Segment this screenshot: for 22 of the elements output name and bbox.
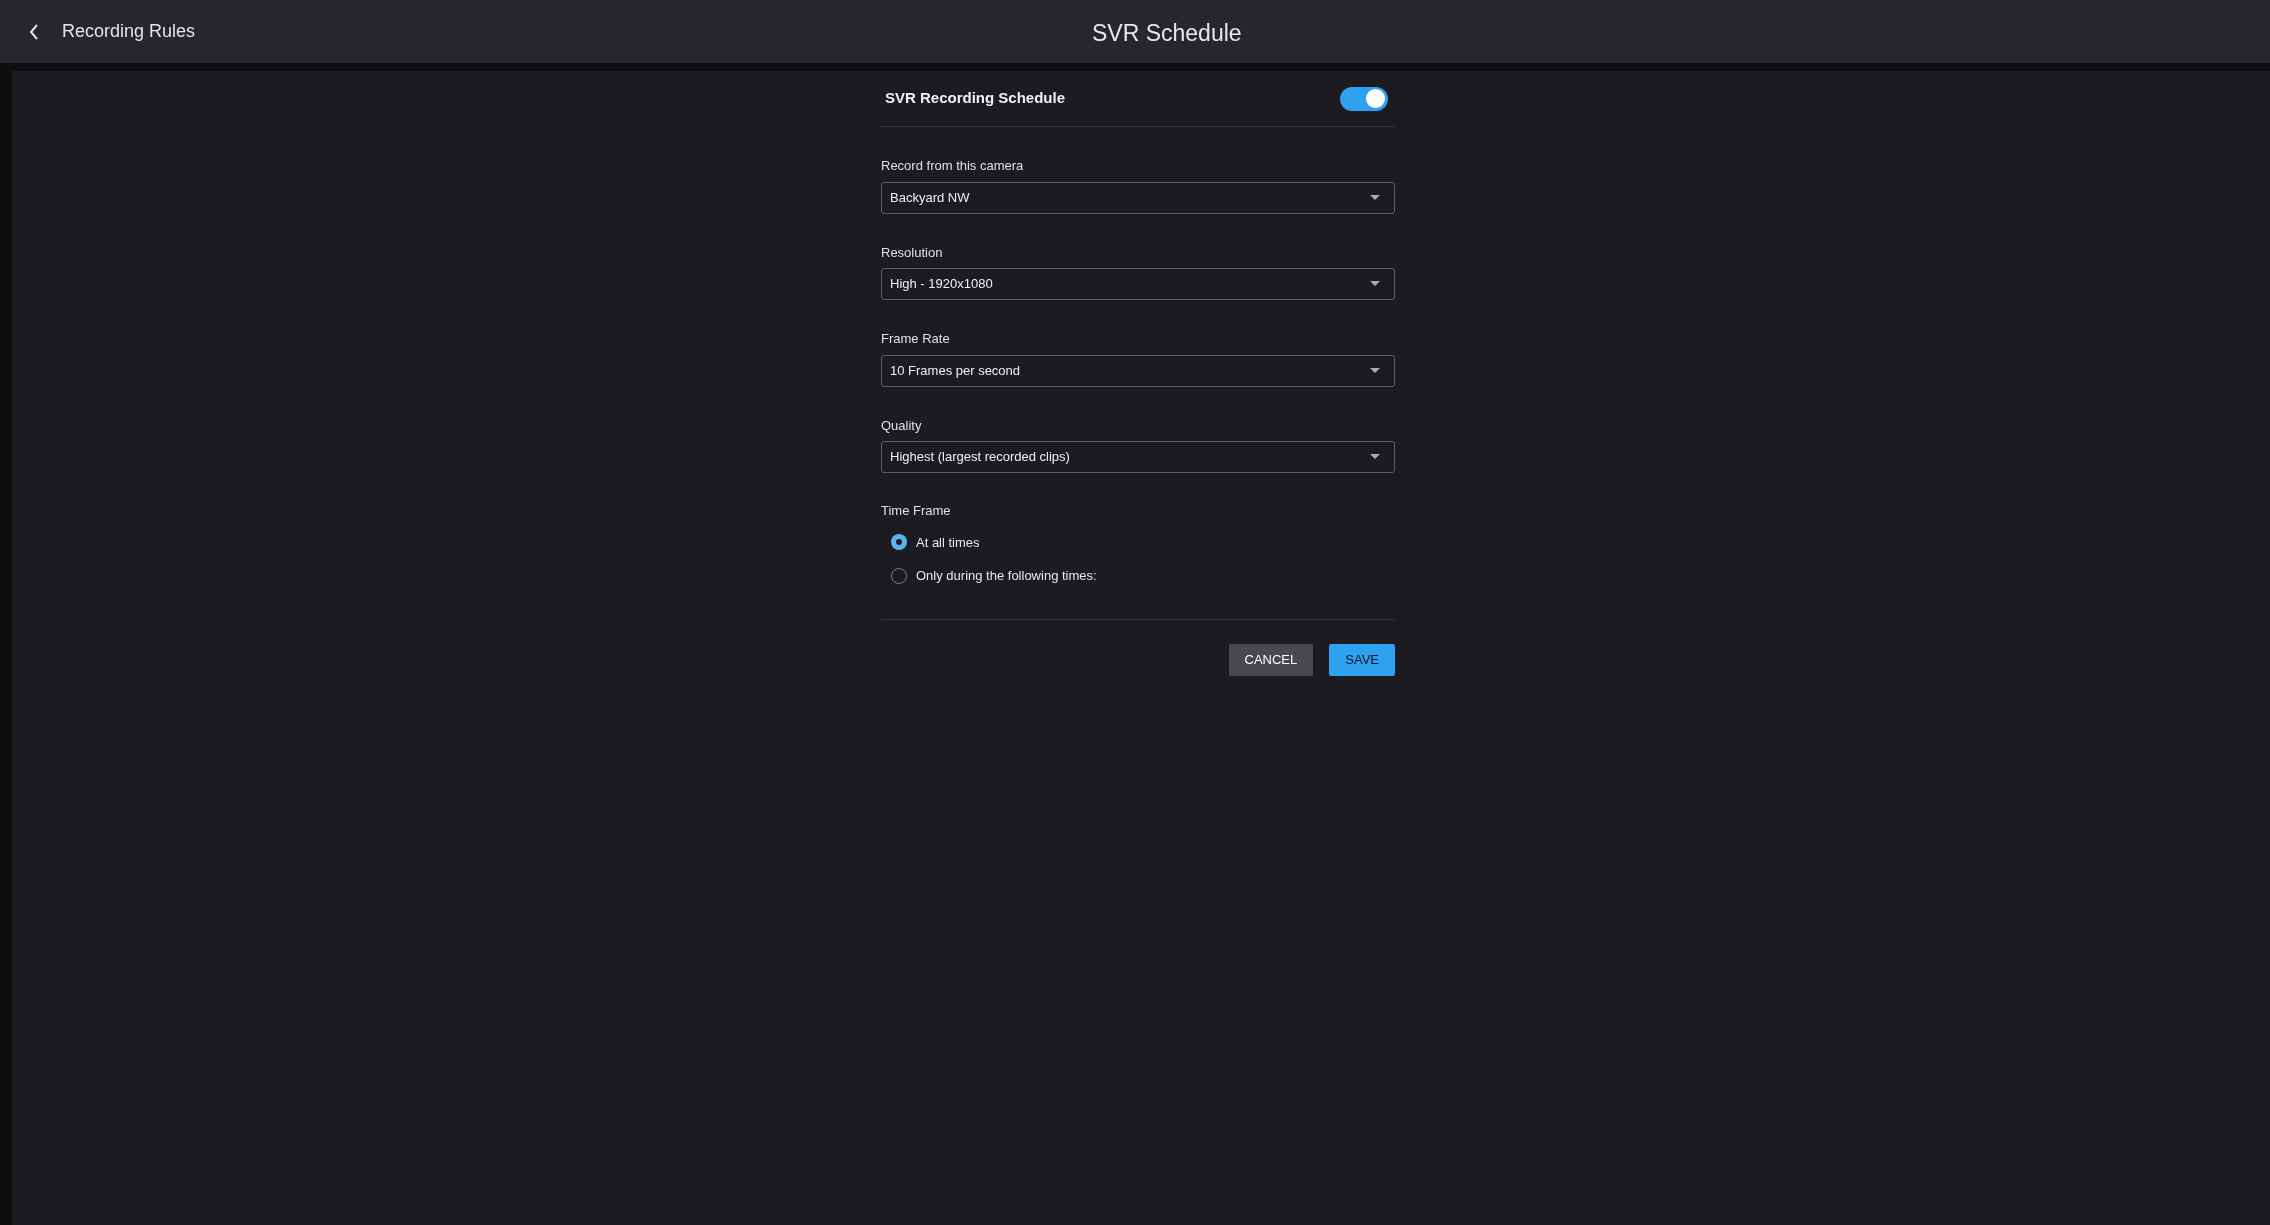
field-label: Quality	[881, 416, 923, 435]
caret-icon	[1370, 281, 1380, 287]
caret-icon	[1370, 367, 1380, 374]
radio-button[interactable]	[891, 534, 907, 551]
save-button[interactable]: SAVE	[1329, 643, 1395, 676]
dropdown-select[interactable]: Highest (largest recorded clips)	[881, 441, 1395, 473]
radio-option[interactable]: Only during the following times:	[891, 566, 1395, 586]
dropdown-select[interactable]: Backyard NW	[881, 181, 1395, 214]
field-label: Resolution	[881, 243, 944, 262]
section-title: SVR Recording Schedule	[885, 88, 1066, 109]
caret-icon	[1370, 454, 1380, 460]
field-label: Frame Rate	[881, 330, 951, 348]
field-label: Time Frame	[881, 502, 952, 520]
caret-icon	[1370, 194, 1380, 201]
dropdown-select[interactable]: High - 1920x1080	[881, 268, 1395, 300]
toggle-switch[interactable]	[1340, 86, 1388, 111]
field-label: Record from this camera	[881, 157, 1025, 175]
back-button[interactable]: Recording Rules	[28, 18, 196, 45]
page-title: SVR Schedule	[1092, 19, 1242, 48]
dropdown-select[interactable]: 10 Frames per second	[881, 354, 1395, 387]
cancel-button[interactable]: CANCEL	[1228, 643, 1314, 676]
radio-option[interactable]: At all times	[891, 532, 1395, 552]
